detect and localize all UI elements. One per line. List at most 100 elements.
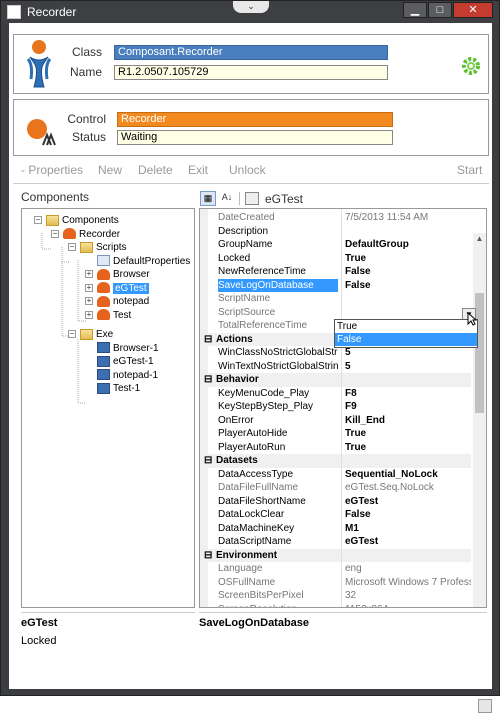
tree-node-label[interactable]: Test [113, 310, 131, 321]
tree-node[interactable]: − Scripts [68, 241, 127, 254]
property-row[interactable]: WinClassNoStrictGlobalString 5 [200, 346, 471, 360]
property-grid[interactable]: DateCreated 7/5/2013 11:54 AM Description G… [199, 208, 487, 608]
property-value[interactable]: Microsoft Windows 7 Professional [345, 576, 471, 590]
property-row[interactable]: DataScriptName eGTest [200, 535, 471, 549]
title-bar[interactable]: Recorder ⌄ ▁ □ ✕ [1, 1, 499, 23]
property-row[interactable]: DataAccessType Sequential_NoLock [200, 468, 471, 482]
property-value[interactable]: 32 [345, 589, 471, 603]
expand-icon[interactable]: + [85, 297, 93, 305]
minimize-button[interactable]: ▁ [403, 2, 427, 18]
tree-node[interactable]: + eGTest [85, 282, 149, 295]
expand-icon[interactable]: + [85, 270, 93, 278]
property-value[interactable]: True [345, 252, 471, 266]
property-row[interactable]: Language eng [200, 562, 471, 576]
unlock-button[interactable]: Unlock [229, 163, 266, 177]
value-dropdown-list[interactable]: True False [334, 319, 478, 348]
tree-node-label[interactable]: notepad [113, 296, 149, 307]
property-row[interactable]: NewReferenceTime False [200, 265, 471, 279]
start-button[interactable]: Start [457, 163, 482, 177]
gear-icon[interactable] [460, 55, 482, 77]
property-value[interactable]: False [345, 279, 471, 293]
tree-node[interactable]: eGTest-1 [97, 355, 154, 368]
status-field[interactable]: Waiting [117, 130, 393, 145]
grid-scroll-thumb[interactable] [475, 293, 484, 413]
tree-node-label[interactable]: eGTest-1 [113, 356, 154, 367]
property-row[interactable]: OSFullName Microsoft Windows 7 Profession… [200, 576, 471, 590]
tree-node-label[interactable]: Exe [96, 329, 113, 340]
tree-node-label[interactable]: Components [62, 215, 119, 226]
new-button[interactable]: New [98, 163, 122, 177]
snap-handle-icon[interactable]: ⌄ [233, 1, 269, 13]
expand-icon[interactable]: + [85, 310, 93, 319]
tree-node-label[interactable]: Scripts [96, 242, 127, 253]
tree-node[interactable]: + Browser [85, 268, 150, 281]
tree-node-label[interactable]: Test-1 [113, 383, 140, 394]
property-value[interactable]: F8 [345, 387, 471, 401]
tree-node[interactable]: notepad-1 [97, 369, 158, 382]
property-value[interactable]: False [345, 508, 471, 522]
property-value[interactable]: True [345, 441, 471, 455]
property-row[interactable]: DataLockClear False [200, 508, 471, 522]
tree-node[interactable]: − Components [34, 214, 119, 227]
tree-node-label[interactable]: Browser-1 [113, 343, 159, 354]
property-category[interactable]: ⊟ Datasets [200, 454, 471, 468]
tree-node[interactable]: − Recorder [51, 228, 120, 241]
property-value[interactable]: 7/5/2013 11:54 AM [345, 211, 471, 225]
property-value[interactable]: 5 [345, 346, 471, 360]
property-value[interactable]: eng [345, 562, 471, 576]
property-value[interactable]: False [345, 265, 471, 279]
name-field[interactable]: R1.2.0507.105729 [114, 65, 388, 80]
collapse-category-icon[interactable]: ⊟ [204, 373, 212, 387]
components-tree[interactable]: − Components − Recorder − Scripts DefaultPrope… [21, 208, 195, 608]
dropdown-option-true[interactable]: True [335, 320, 477, 333]
property-value[interactable]: Sequential_NoLock [345, 468, 471, 482]
class-field[interactable]: Composant.Recorder [114, 45, 388, 60]
collapse-icon[interactable]: − [34, 216, 42, 224]
collapse-icon[interactable]: − [68, 330, 76, 338]
tree-node-label[interactable]: eGTest [113, 282, 149, 294]
property-category[interactable]: ⊟ Environment [200, 548, 471, 563]
property-value[interactable]: 5 [345, 360, 471, 374]
property-value[interactable]: M1 [345, 522, 471, 536]
property-row[interactable]: WinTextNoStrictGlobalString 5 [200, 360, 471, 374]
properties-button[interactable]: - Properties [21, 163, 83, 177]
property-pages-icon[interactable] [245, 192, 259, 205]
collapse-icon[interactable]: − [68, 243, 76, 251]
property-value[interactable]: eGTest.Seq.NoLock [345, 481, 471, 495]
tree-node-label[interactable]: notepad-1 [113, 370, 158, 381]
tree-node[interactable]: DefaultProperties [97, 255, 190, 268]
property-value[interactable]: True [345, 427, 471, 441]
exit-button[interactable]: Exit [188, 163, 208, 177]
property-value[interactable]: eGTest [345, 535, 471, 549]
resize-grip-icon[interactable] [478, 699, 492, 713]
property-value[interactable]: Kill_End [345, 414, 471, 428]
grid-scrollbar[interactable] [473, 233, 486, 607]
property-value[interactable]: F9 [345, 400, 471, 414]
property-row[interactable]: PlayerAutoRun True [200, 441, 471, 455]
categorized-view-icon[interactable]: ▦ [200, 191, 216, 206]
property-value[interactable]: eGTest [345, 495, 471, 509]
tree-node[interactable]: − Exe [68, 328, 113, 341]
collapse-category-icon[interactable]: ⊟ [204, 454, 212, 468]
property-row[interactable]: Description [200, 225, 471, 239]
collapse-category-icon[interactable]: ⊟ [204, 549, 212, 563]
tree-node[interactable]: Browser-1 [97, 342, 159, 355]
dropdown-option-false[interactable]: False [335, 333, 477, 346]
property-value[interactable]: DefaultGroup [345, 238, 471, 252]
maximize-button[interactable]: □ [428, 2, 452, 18]
property-row[interactable]: Locked True [200, 252, 471, 266]
collapse-category-icon[interactable]: ⊟ [204, 333, 212, 347]
control-field[interactable]: Recorder [117, 112, 393, 127]
property-row[interactable]: DataFileShortName eGTest [200, 495, 471, 509]
property-row[interactable]: ScriptName [200, 292, 471, 306]
property-row[interactable]: OnError Kill_End [200, 414, 471, 428]
property-row[interactable]: ScriptSource [200, 306, 471, 320]
expand-icon[interactable]: + [85, 283, 93, 292]
collapse-icon[interactable]: − [51, 229, 59, 238]
property-row[interactable]: KeyStepByStep_Play F9 [200, 400, 471, 414]
property-row[interactable]: KeyMenuCode_Play F8 [200, 387, 471, 401]
property-row[interactable]: DataMachineKey M1 [200, 522, 471, 536]
property-value[interactable]: 1152x864 [345, 603, 471, 608]
property-row[interactable]: DataFileFullName eGTest.Seq.NoLock [200, 481, 471, 495]
tree-node[interactable]: Test-1 [97, 382, 140, 395]
